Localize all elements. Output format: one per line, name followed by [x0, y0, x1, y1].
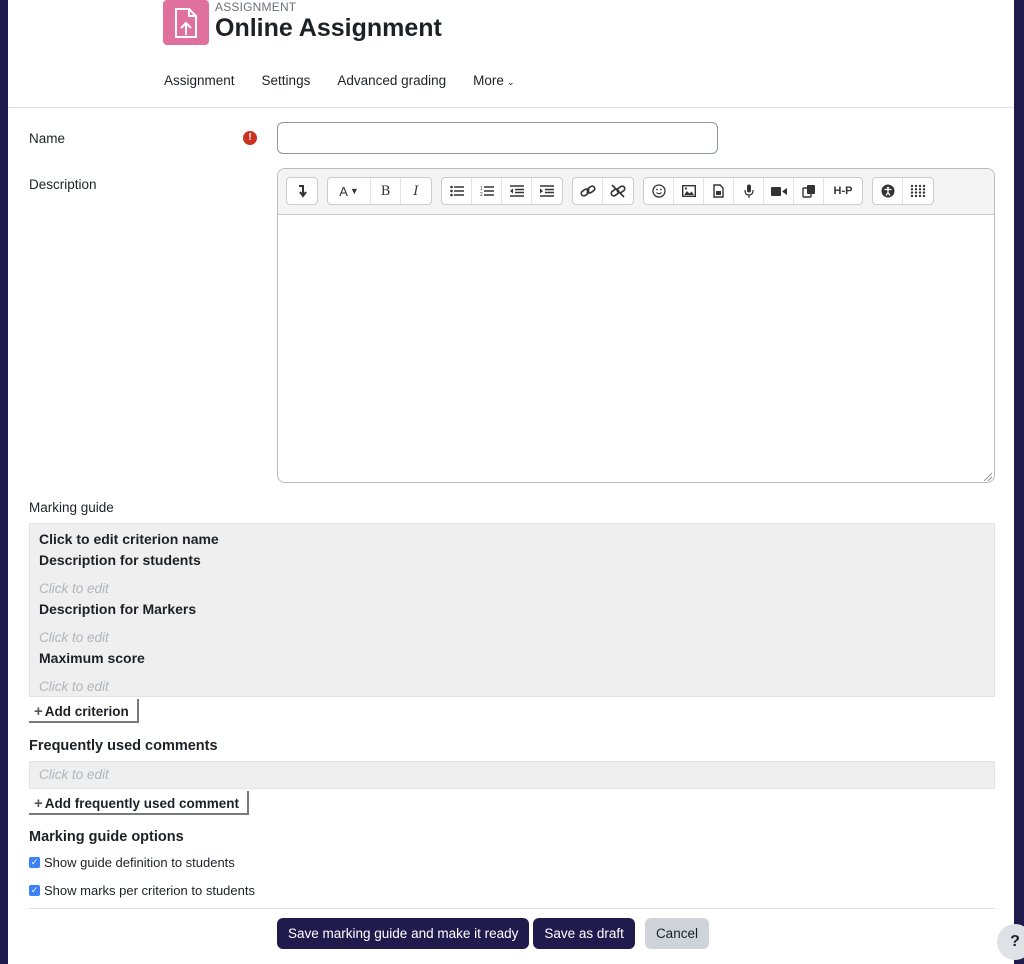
chevron-down-icon: ⌄ — [506, 77, 515, 87]
indent-icon[interactable] — [532, 178, 562, 204]
link-icon[interactable] — [573, 178, 603, 204]
save-ready-button[interactable]: Save marking guide and make it ready — [277, 918, 530, 949]
nav-assignment[interactable]: Assignment — [164, 73, 235, 88]
font-color-icon[interactable]: A ▼ — [328, 178, 371, 204]
option-label: Show marks per criterion to students — [44, 883, 255, 898]
add-criterion-button[interactable]: + Add criterion — [29, 699, 139, 723]
module-type-label: ASSIGNMENT — [215, 0, 297, 14]
nav-more-label: More — [473, 73, 504, 88]
manage-files-icon[interactable] — [794, 178, 824, 204]
svg-text:2: 2 — [480, 192, 483, 197]
marking-guide-label: Marking guide — [29, 500, 114, 515]
add-comment-label: Add frequently used comment — [44, 795, 240, 811]
h5p-icon[interactable]: H-P — [824, 178, 862, 204]
image-icon[interactable] — [674, 178, 704, 204]
divider — [29, 908, 995, 909]
option-show-marks[interactable]: ✓ Show marks per criterion to students — [29, 883, 255, 898]
plus-icon: + — [34, 794, 43, 812]
add-criterion-label: Add criterion — [44, 703, 129, 719]
criterion-name[interactable]: Click to edit criterion name — [39, 529, 985, 550]
screenreader-helper-icon[interactable] — [903, 178, 933, 204]
page: ASSIGNMENT Online Assignment Assignment … — [8, 0, 1014, 964]
page-header: ASSIGNMENT Online Assignment Assignment … — [8, 0, 1014, 108]
collapse-toolbar-icon[interactable] — [287, 178, 317, 204]
save-draft-button[interactable]: Save as draft — [533, 918, 635, 949]
record-video-icon[interactable] — [764, 178, 794, 204]
unordered-list-icon[interactable] — [442, 178, 472, 204]
plus-icon: + — [34, 702, 43, 720]
nav-advanced-grading[interactable]: Advanced grading — [337, 73, 446, 88]
emoji-icon[interactable] — [644, 178, 674, 204]
max-score-edit[interactable]: Click to edit — [39, 676, 985, 697]
desc-markers-label: Description for Markers — [39, 601, 197, 617]
frequent-comments-heading: Frequently used comments — [29, 738, 218, 754]
italic-icon[interactable]: I — [401, 178, 431, 204]
comment-edit[interactable]: Click to edit — [29, 761, 995, 789]
assignment-upload-icon — [163, 0, 209, 45]
accessibility-checker-icon[interactable] — [873, 178, 903, 204]
description-editor: A ▼ B I 12 H-P — [277, 168, 995, 483]
page-title: Online Assignment — [215, 14, 442, 42]
description-textarea[interactable] — [278, 215, 994, 482]
outdent-icon[interactable] — [502, 178, 532, 204]
secondary-nav: Assignment Settings Advanced grading Mor… — [164, 73, 541, 88]
guide-options-heading: Marking guide options — [29, 829, 184, 845]
desc-markers-edit[interactable]: Click to edit — [39, 627, 985, 648]
ordered-list-icon[interactable]: 12 — [472, 178, 502, 204]
description-label: Description — [29, 177, 97, 192]
checkbox-checked-icon[interactable]: ✓ — [29, 857, 40, 868]
nav-settings[interactable]: Settings — [262, 73, 311, 88]
form-actions: Save marking guide and make it ready Sav… — [277, 918, 709, 949]
criterion-box: Click to edit criterion name Description… — [29, 523, 995, 697]
record-audio-icon[interactable] — [734, 178, 764, 204]
desc-students-edit[interactable]: Click to edit — [39, 578, 985, 599]
cancel-button[interactable]: Cancel — [644, 918, 709, 949]
editor-toolbar: A ▼ B I 12 H-P — [278, 169, 994, 215]
media-icon[interactable] — [704, 178, 734, 204]
resize-handle-icon[interactable] — [984, 473, 992, 481]
add-comment-button[interactable]: + Add frequently used comment — [29, 791, 250, 815]
checkbox-checked-icon[interactable]: ✓ — [29, 885, 40, 896]
desc-students-label: Description for students — [39, 552, 201, 568]
option-show-definition[interactable]: ✓ Show guide definition to students — [29, 855, 235, 870]
nav-more[interactable]: More ⌄ — [473, 73, 514, 88]
name-input[interactable] — [277, 122, 718, 154]
max-score-label: Maximum score — [39, 650, 145, 666]
unlink-icon[interactable] — [603, 178, 633, 204]
option-label: Show guide definition to students — [44, 855, 235, 870]
required-icon: ! — [243, 131, 257, 145]
name-label: Name — [29, 131, 66, 146]
bold-icon[interactable]: B — [371, 178, 401, 204]
